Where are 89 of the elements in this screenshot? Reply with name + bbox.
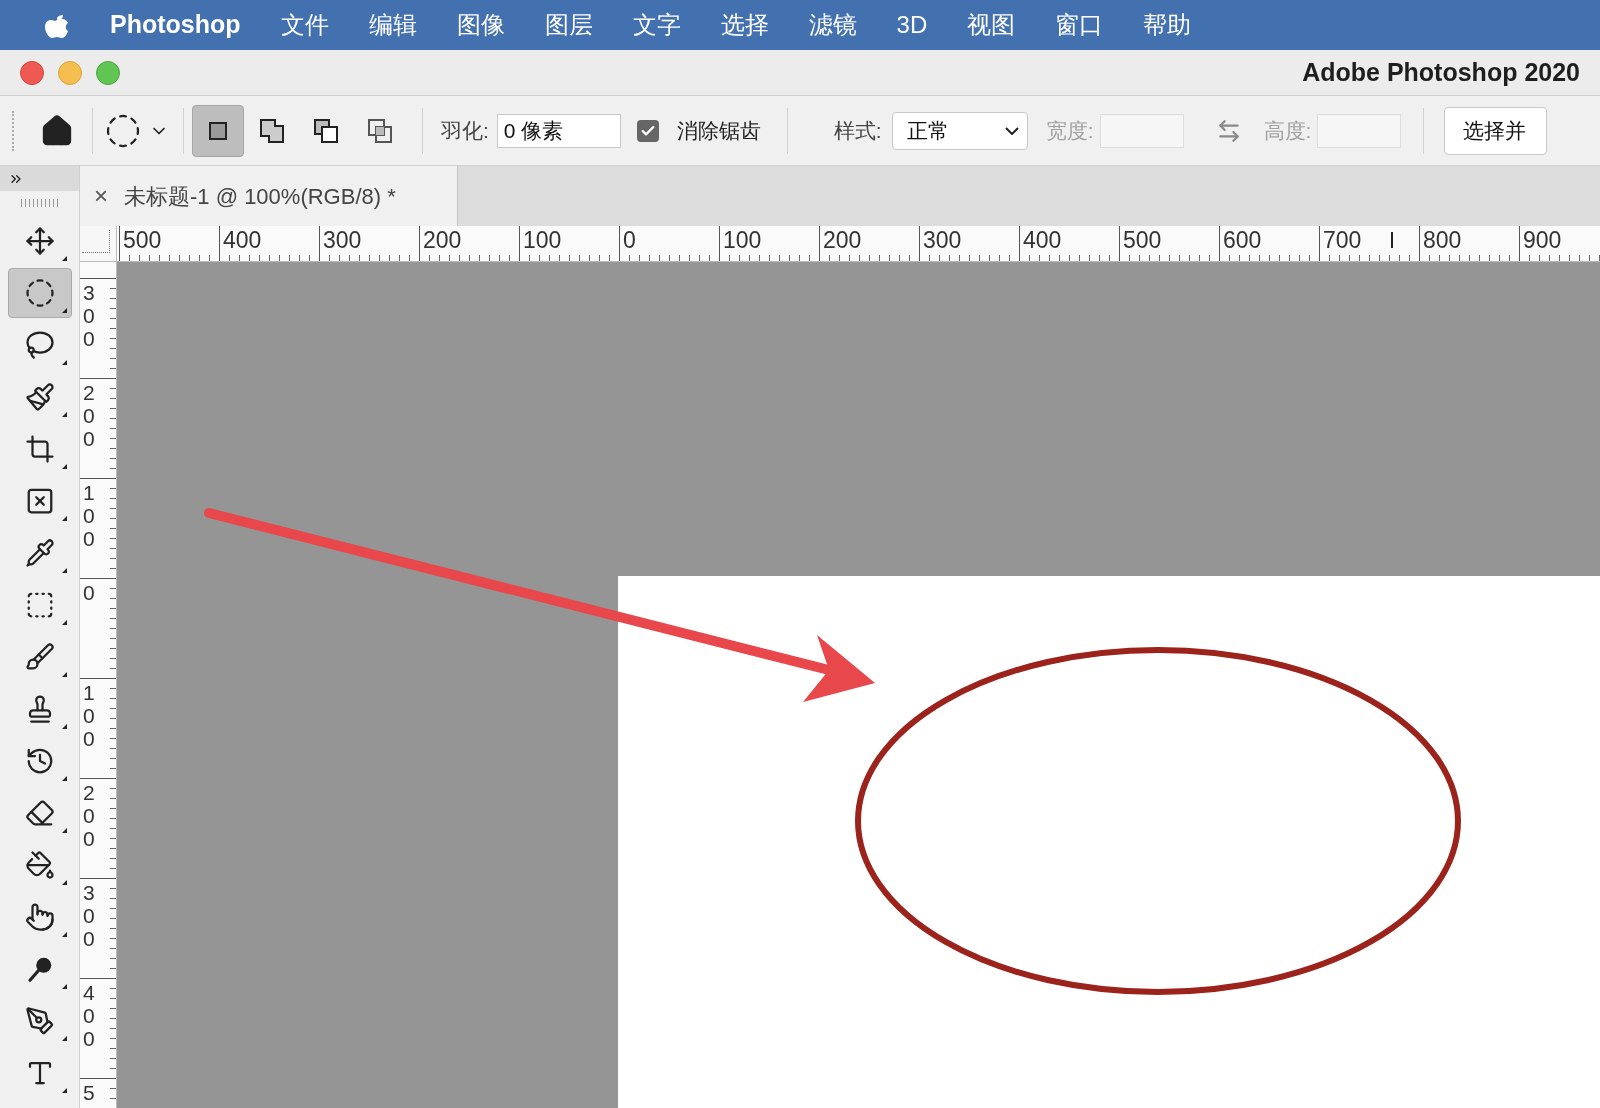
ruler-label: 200 <box>423 229 462 252</box>
corner-triangle-icon <box>61 776 67 781</box>
height-label: 高度: <box>1263 117 1312 144</box>
corner-triangle-icon <box>61 464 67 469</box>
height-input[interactable] <box>1317 113 1402 148</box>
home-icon[interactable] <box>40 113 74 148</box>
ruler-label: 500 <box>123 229 162 252</box>
corner-triangle-icon <box>61 932 67 937</box>
dashed-circle-icon <box>24 278 55 308</box>
ruler-label: 300 <box>923 229 962 252</box>
dashed-circle-icon[interactable] <box>105 112 141 149</box>
ruler-label: 600 <box>1223 229 1262 252</box>
menu-item[interactable]: 文字 <box>632 7 681 43</box>
menu-item[interactable]: 文件 <box>280 7 329 43</box>
menu-item[interactable]: 3D <box>896 7 928 43</box>
ruler-label: 0 <box>623 229 636 252</box>
corner-triangle-icon <box>61 672 67 677</box>
feather-input[interactable]: 0 像素 <box>496 113 621 148</box>
ruler-label: 5 <box>83 1081 96 1105</box>
ruler-label: 0 <box>83 581 96 605</box>
corner-triangle-icon <box>61 1088 67 1093</box>
ruler-label: 400 <box>1023 229 1062 252</box>
app-menu[interactable]: Photoshop <box>110 6 241 44</box>
corner-triangle-icon <box>61 360 67 365</box>
overlapping-squares-icon <box>258 116 286 145</box>
menu-item[interactable]: 图层 <box>544 7 593 43</box>
corner-triangle-icon <box>61 308 67 313</box>
paint-bucket-icon <box>24 850 55 880</box>
intersecting-squares-icon <box>366 116 394 145</box>
ruler-label: 300 <box>323 229 362 252</box>
tab-close-button[interactable]: × <box>94 178 108 214</box>
paintbrush-icon <box>24 382 55 412</box>
corner-triangle-icon <box>61 880 67 885</box>
document-tab-title: 未标题-1 @ 100%(RGB/8) * <box>124 182 396 211</box>
ruler-label: 700 <box>1323 229 1362 252</box>
lasso-icon <box>24 330 55 360</box>
corner-triangle-icon <box>61 1036 67 1041</box>
corner-triangle-icon <box>61 412 67 417</box>
document-tab[interactable]: × 未标题-1 @ 100%(RGB/8) * <box>80 166 458 226</box>
menu-item[interactable]: 选择 <box>720 7 769 43</box>
pen-tool-icon <box>24 1006 55 1036</box>
ruler-label: 200 <box>83 381 96 451</box>
overlapping-squares-icon <box>312 116 340 145</box>
eraser-icon <box>24 798 55 828</box>
corner-triangle-icon <box>61 568 67 573</box>
menu-item[interactable]: 编辑 <box>368 7 417 43</box>
ruler-label: 100 <box>723 229 762 252</box>
select-and-mask-button[interactable]: 选择并 <box>1444 106 1548 155</box>
corner-triangle-icon <box>61 256 67 261</box>
ruler-label: 200 <box>823 229 862 252</box>
selection-mode-button[interactable] <box>192 104 244 157</box>
ruler-label: 100 <box>523 229 562 252</box>
corner-triangle-icon <box>61 724 67 729</box>
ruler-label: 800 <box>1423 229 1462 252</box>
ruler-label: 300 <box>83 881 96 951</box>
ruler-label: 400 <box>223 229 262 252</box>
corner-triangle-icon <box>61 620 67 625</box>
corner-triangle-icon <box>61 984 67 989</box>
menu-item[interactable]: 帮助 <box>1143 7 1192 43</box>
pipette-icon <box>24 538 55 568</box>
corner-triangle-icon <box>61 828 67 833</box>
style-dropdown[interactable]: 正常 <box>891 111 1028 150</box>
menu-item[interactable]: 图像 <box>456 7 505 43</box>
ruler-label: 300 <box>83 281 96 351</box>
ruler-label: 100 <box>83 681 96 751</box>
tool-button[interactable] <box>7 268 72 318</box>
width-input[interactable] <box>1099 113 1184 148</box>
ruler-label: 200 <box>83 781 96 851</box>
anti-alias-checkbox[interactable] <box>636 119 659 142</box>
ruler-label: 400 <box>83 981 96 1051</box>
anti-alias-label: 消除锯齿 <box>676 117 761 144</box>
ruler-label: 100 <box>83 481 96 551</box>
menu-item[interactable]: 滤镜 <box>808 7 857 43</box>
width-label: 宽度: <box>1045 117 1094 144</box>
cursor-marker <box>1391 232 1393 248</box>
move-icon <box>24 226 55 256</box>
window-title: Adobe Photoshop 2020 <box>1302 56 1580 88</box>
ruler-label: 500 <box>1123 229 1162 252</box>
pointer-hand-icon <box>24 902 55 932</box>
menu-item[interactable]: 窗口 <box>1055 7 1104 43</box>
menu-item[interactable]: 视图 <box>967 7 1016 43</box>
crop-icon <box>24 434 55 464</box>
ruler-label: 900 <box>1523 229 1562 252</box>
chevron-down-icon <box>1004 126 1019 135</box>
feather-label: 羽化: <box>441 117 489 144</box>
style-label: 样式: <box>833 117 882 144</box>
brush-icon <box>24 642 55 672</box>
corner-triangle-icon <box>61 516 67 521</box>
close-window-button[interactable] <box>20 60 44 85</box>
